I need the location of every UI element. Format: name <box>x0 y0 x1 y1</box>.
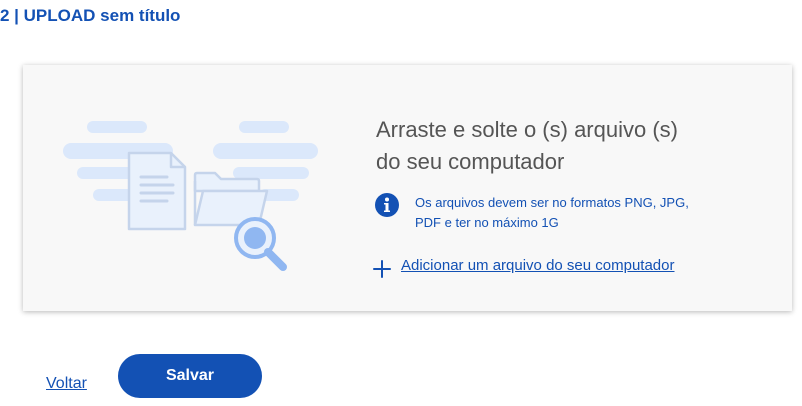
upload-page: 2 | UPLOAD sem título Arraste e solte o … <box>0 0 802 406</box>
drop-instructions-line-1: Arraste e solte o (s) arquivo (s) <box>376 117 678 142</box>
upload-dropzone[interactable]: Arraste e solte o (s) arquivo (s) do seu… <box>23 65 792 311</box>
step-title: 2 | UPLOAD sem título <box>0 6 181 25</box>
file-requirements-line-2: PDF e ter no máximo 1G <box>415 215 559 230</box>
plus-icon <box>373 260 391 278</box>
info-circle-icon <box>375 193 399 217</box>
document-icon <box>127 151 187 231</box>
drop-instructions: Arraste e solte o (s) arquivo (s) do seu… <box>376 114 736 178</box>
magnifier-icon <box>234 217 287 271</box>
drop-instructions-line-2: do seu computador <box>376 149 565 174</box>
cloud-icon <box>63 121 318 201</box>
add-file-label[interactable]: Adicionar um arquivo do seu computador <box>401 255 675 277</box>
file-requirements-text: Os arquivos devem ser no formatos PNG, J… <box>415 193 745 233</box>
file-requirements-line-1: Os arquivos devem ser no formatos PNG, J… <box>415 195 689 210</box>
upload-illustration <box>63 121 318 271</box>
back-link[interactable]: Voltar <box>46 375 87 393</box>
save-button[interactable]: Salvar <box>118 354 262 398</box>
